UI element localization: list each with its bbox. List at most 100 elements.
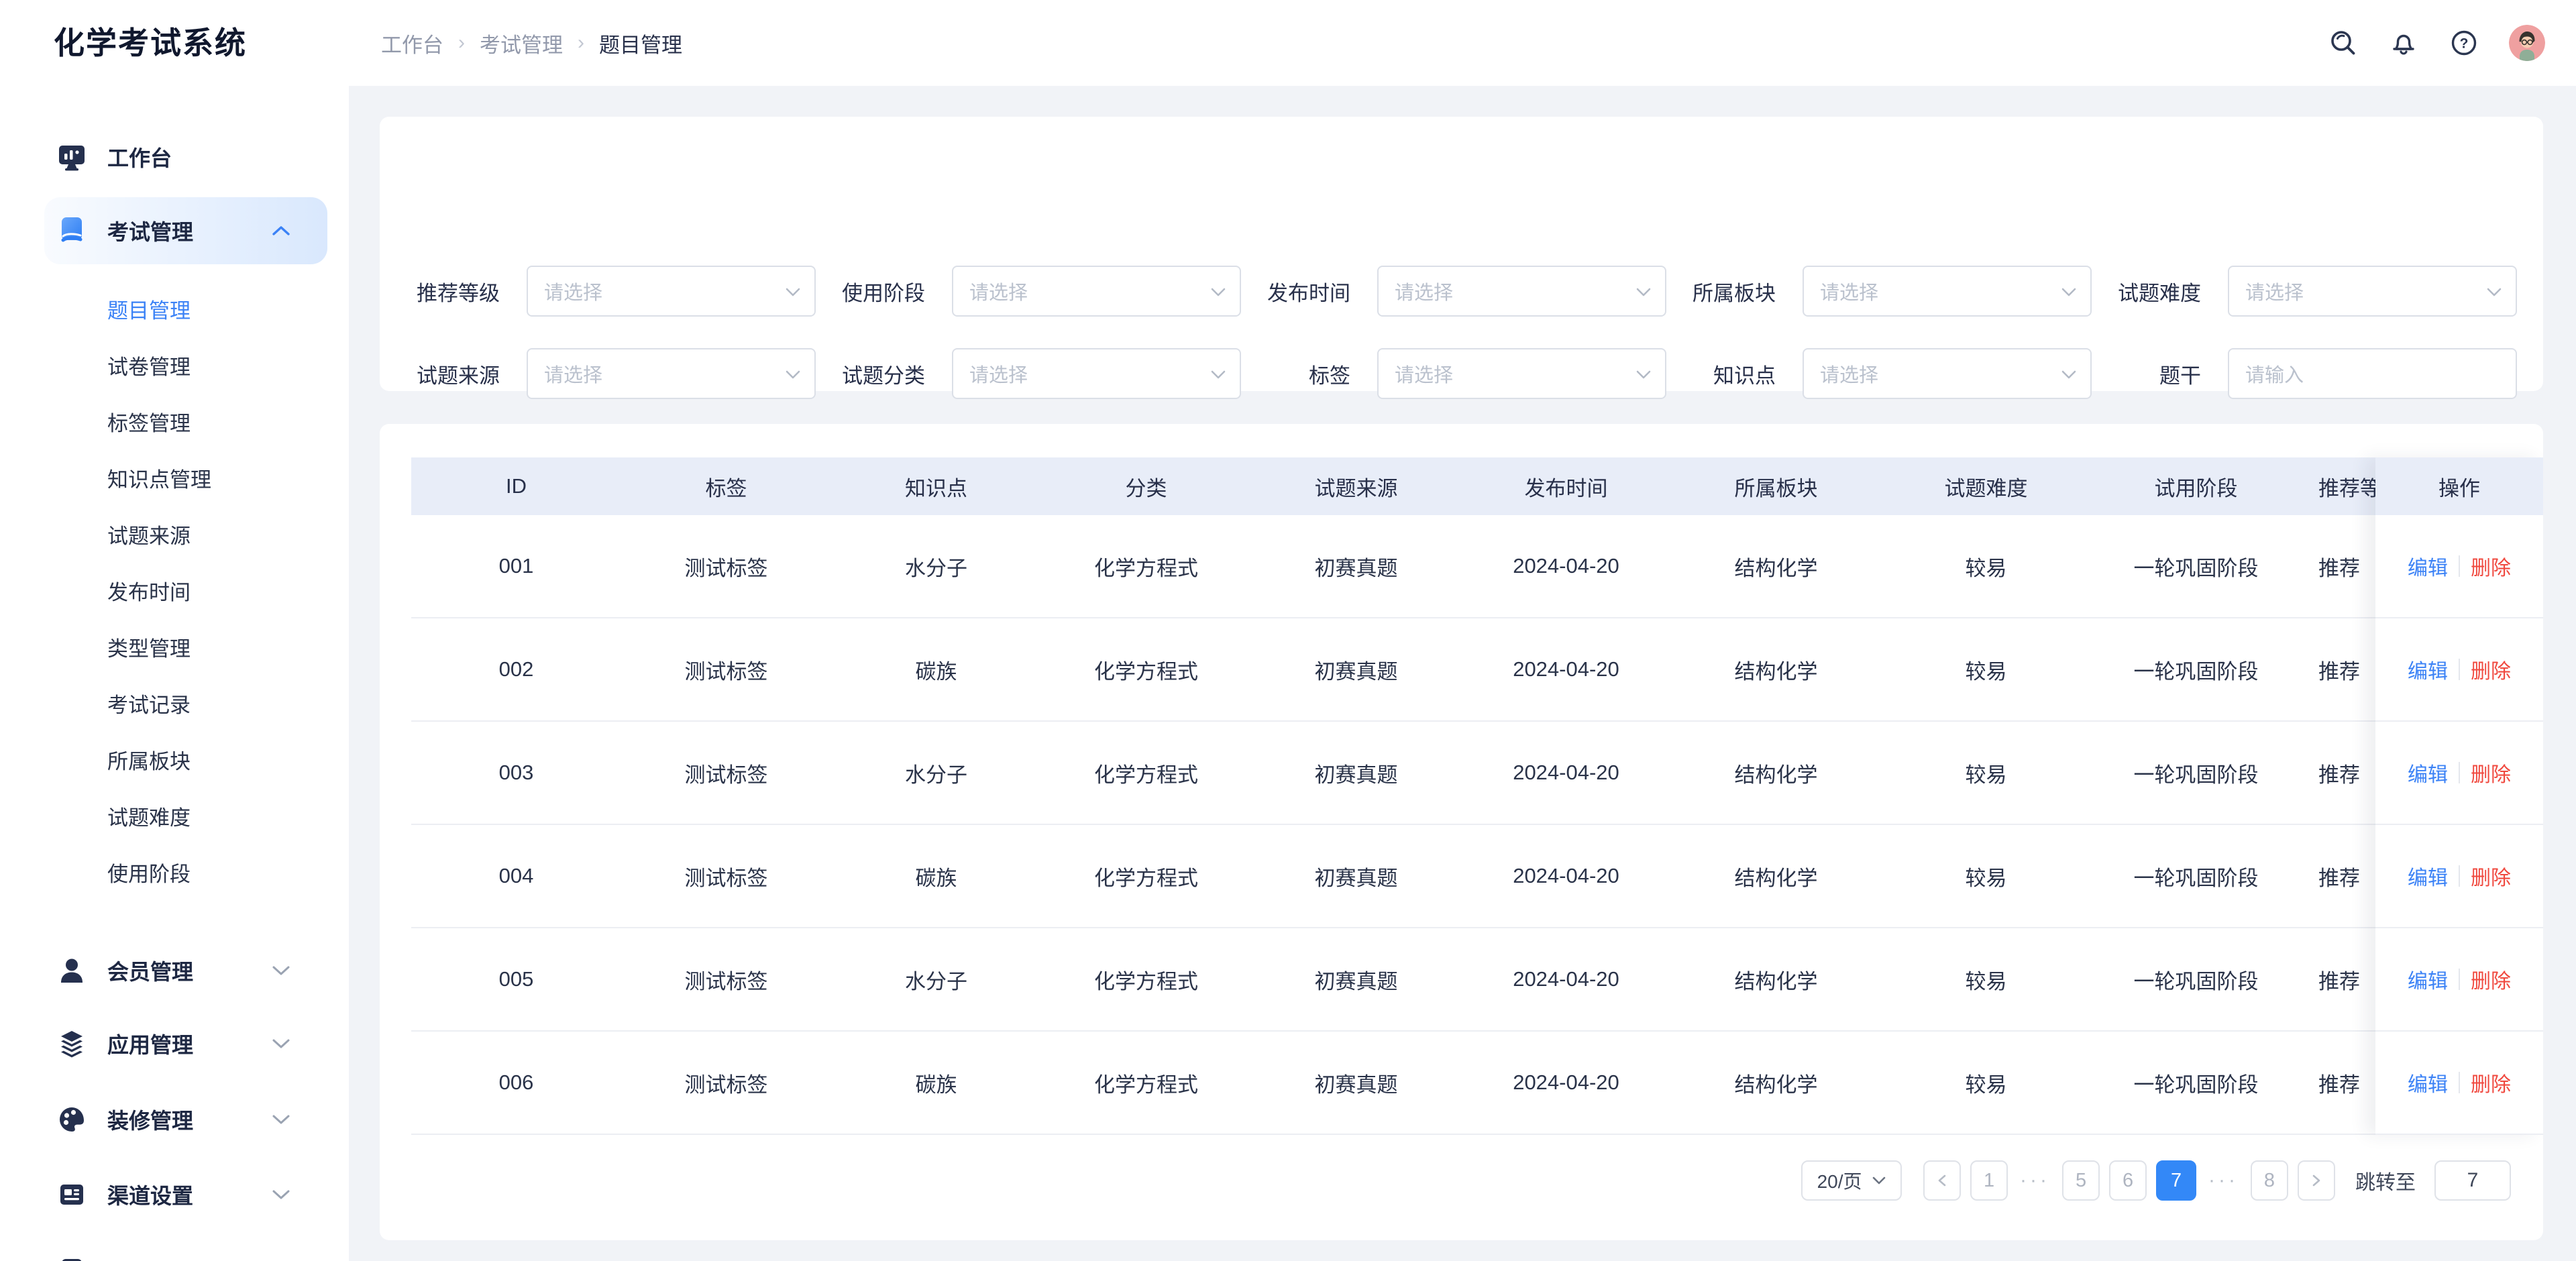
delete-link-row-3[interactable]: 删除 <box>2471 758 2511 787</box>
edit-link-row-2[interactable]: 编辑 <box>2408 655 2448 684</box>
filter-row-1: 推荐等级 请选择 使用阶段 请选择 发布时间 请选择 所属板块 请选择 试题难度 请选择 <box>416 266 2517 317</box>
edit-link-row-1[interactable]: 编辑 <box>2408 551 2448 581</box>
delete-link-row-2[interactable]: 删除 <box>2471 655 2511 684</box>
cell-id: 003 <box>498 761 534 784</box>
help-icon[interactable]: ? <box>2449 28 2479 58</box>
sidebar-item-label: 订单管理 <box>107 1256 193 1261</box>
sidebar-subitem-9[interactable]: 所属板块 <box>0 731 349 787</box>
breadcrumb-workbench[interactable]: 工作台 <box>381 28 443 58</box>
cell-section: 结构化学 <box>1734 969 1818 993</box>
sidebar-subitem-11[interactable]: 使用阶段 <box>0 844 349 900</box>
cell-section: 结构化学 <box>1734 866 1818 890</box>
table-row: 001 测试标签 水分子 化学方程式 初赛真题 2024-04-20 结构化学 较易 一轮巩固阶… <box>411 515 2543 618</box>
sidebar-item-member-management[interactable]: 会员管理 <box>0 944 349 997</box>
sidebar-item-decoration-management[interactable]: 装修管理 <box>0 1093 349 1146</box>
edit-link-row-5[interactable]: 编辑 <box>2408 965 2448 994</box>
placeholder-text: 请选择 <box>1395 282 1454 304</box>
filter-field: 知识点 请选择 <box>1692 348 2092 399</box>
sidebar-item-label: 考试管理 <box>107 220 194 244</box>
sidebar-subitem-4[interactable]: 知识点管理 <box>0 449 349 506</box>
page-button-6[interactable]: 6 <box>2109 1160 2147 1201</box>
next-page-button[interactable] <box>2298 1160 2335 1201</box>
data-table: ID 标签 知识点 分类 试题来源 发布时间 所属板块 试题难度 试用阶段 推荐等级 001 测试标… <box>411 457 2543 1135</box>
breadcrumb-exam-management[interactable]: 考试管理 <box>480 28 563 58</box>
placeholder-text: 请选择 <box>1820 365 1879 386</box>
search-icon[interactable] <box>2328 28 2359 58</box>
layers-icon <box>56 1028 87 1059</box>
page-button-8[interactable]: 8 <box>2251 1160 2288 1201</box>
filter-select-r2-2[interactable]: 请选择 <box>952 348 1241 399</box>
filter-select-r2-1[interactable]: 请选择 <box>527 348 816 399</box>
filter-select-r1-3[interactable]: 请选择 <box>1377 266 1666 317</box>
page-size-select[interactable]: 20/页 <box>1801 1160 1902 1201</box>
cell-id: 001 <box>498 554 534 578</box>
chevron-down-icon <box>1210 370 1226 383</box>
filter-field: 推荐等级 请选择 <box>416 266 816 317</box>
sidebar-item-order-management[interactable]: 订单管理 <box>0 1244 349 1261</box>
cell-tag: 测试标签 <box>684 659 768 683</box>
sidebar-subitem-5[interactable]: 试题来源 <box>0 506 349 562</box>
delete-link-row-6[interactable]: 删除 <box>2471 1068 2511 1097</box>
page-button-7-active[interactable]: 7 <box>2156 1160 2197 1201</box>
column-header-publish: 发布时间 <box>1524 476 1608 500</box>
filter-input-r2-5[interactable]: 请输入 <box>2228 348 2517 399</box>
delete-link-row-5[interactable]: 删除 <box>2471 965 2511 994</box>
edit-link-row-4[interactable]: 编辑 <box>2408 861 2448 891</box>
placeholder-text: 请选择 <box>1820 282 1879 304</box>
sidebar-subitem-6[interactable]: 发布时间 <box>0 562 349 618</box>
placeholder-text: 请选择 <box>544 365 603 386</box>
edit-link-row-6[interactable]: 编辑 <box>2408 1068 2448 1097</box>
filter-select-r1-2[interactable]: 请选择 <box>952 266 1241 317</box>
sidebar-subitem-8[interactable]: 考试记录 <box>0 675 349 731</box>
cell-knowledge: 碳族 <box>915 659 957 683</box>
cell-publish: 2024-04-20 <box>1513 657 1619 681</box>
sidebar-subitem-7[interactable]: 类型管理 <box>0 618 349 675</box>
cell-category: 化学方程式 <box>1094 1073 1198 1097</box>
column-header-tag: 标签 <box>705 476 747 500</box>
chevron-down-icon <box>1635 370 1652 383</box>
filter-label: 标签 <box>1309 364 1350 388</box>
placeholder-text: 请选择 <box>969 282 1028 304</box>
cell-publish: 2024-04-20 <box>1513 967 1619 991</box>
sidebar-item-label: 渠道设置 <box>107 1184 194 1208</box>
sidebar-item-channel-settings[interactable]: 渠道设置 <box>0 1168 349 1221</box>
sidebar-subitem-2[interactable]: 试卷管理 <box>0 337 349 393</box>
filter-select-r1-4[interactable]: 请选择 <box>1803 266 2092 317</box>
delete-link-row-1[interactable]: 删除 <box>2471 551 2511 581</box>
filter-label: 推荐等级 <box>417 281 500 305</box>
jump-to-input[interactable]: 7 <box>2434 1160 2511 1201</box>
cell-source: 初赛真题 <box>1314 866 1398 890</box>
filter-select-r2-3[interactable]: 请选择 <box>1377 348 1666 399</box>
sidebar-subitem-10[interactable]: 试题难度 <box>0 787 349 844</box>
sidebar-subitem-1[interactable]: 题目管理 <box>0 280 349 337</box>
cell-source: 初赛真题 <box>1314 969 1398 993</box>
chevron-down-icon <box>271 1036 294 1052</box>
page-button-1[interactable]: 1 <box>1970 1160 2008 1201</box>
action-cell: 编辑 删除 <box>2375 928 2543 1032</box>
sidebar-item-app-management[interactable]: 应用管理 <box>0 1017 349 1071</box>
edit-link-row-3[interactable]: 编辑 <box>2408 758 2448 787</box>
page-button-5[interactable]: 5 <box>2062 1160 2100 1201</box>
palette-icon <box>56 1104 87 1135</box>
chevron-down-icon <box>271 1111 294 1128</box>
chevron-down-icon <box>271 963 294 979</box>
column-header-stage: 试用阶段 <box>2154 476 2238 500</box>
previous-page-button[interactable] <box>1923 1160 1962 1201</box>
cell-section: 结构化学 <box>1734 556 1818 580</box>
cell-tag: 测试标签 <box>684 969 768 993</box>
sidebar-subitem-3[interactable]: 标签管理 <box>0 393 349 449</box>
cell-tag: 测试标签 <box>684 763 768 787</box>
sidebar-item-workbench[interactable]: 工作台 <box>0 130 349 184</box>
filter-select-r1-5[interactable]: 请选择 <box>2228 266 2517 317</box>
bell-icon[interactable] <box>2388 28 2419 58</box>
user-avatar[interactable] <box>2509 25 2545 61</box>
sidebar-item-exam-management[interactable]: 考试管理 <box>0 197 349 264</box>
delete-link-row-4[interactable]: 删除 <box>2471 861 2511 891</box>
cell-section: 结构化学 <box>1734 1073 1818 1097</box>
filter-select-r2-4[interactable]: 请选择 <box>1803 348 2092 399</box>
filter-row-2: 试题来源 请选择 试题分类 请选择 标签 请选择 知识点 请选择 题干 请输入 <box>416 348 2517 399</box>
table-body: 001 测试标签 水分子 化学方程式 初赛真题 2024-04-20 结构化学 较易 一轮巩固阶… <box>411 515 2543 1135</box>
pagination: 20/页 1 ··· 5 6 7 ··· 8 跳转至 7 <box>1801 1160 2511 1201</box>
placeholder-text: 请选择 <box>544 282 603 304</box>
filter-select-r1-1[interactable]: 请选择 <box>527 266 816 317</box>
